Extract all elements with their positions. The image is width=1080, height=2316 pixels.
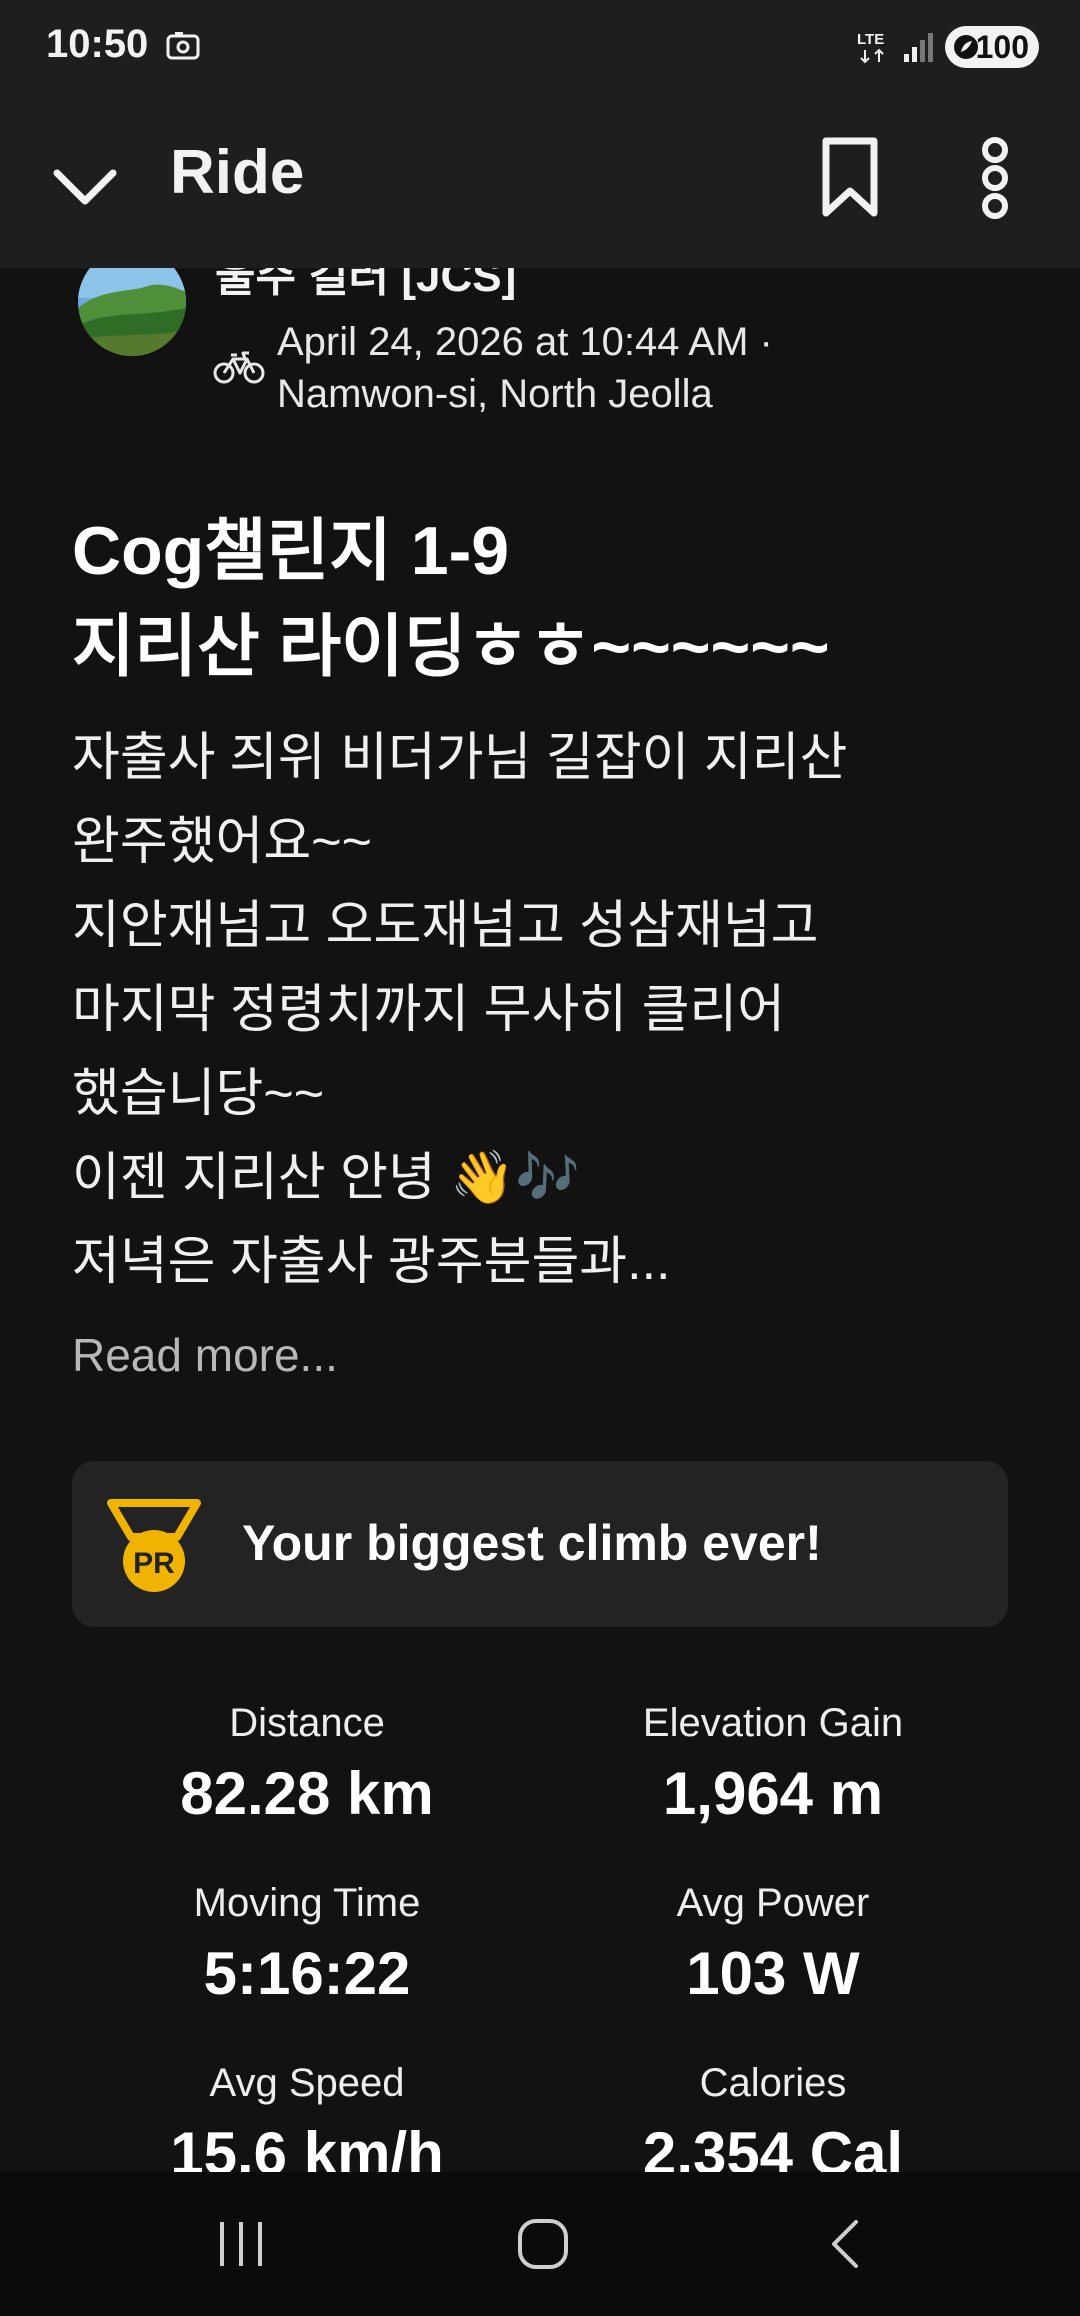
stat-value: 103 W <box>686 1940 860 2007</box>
pr-badge-text: PR <box>133 1547 175 1580</box>
stat-label: Calories <box>699 2061 847 2105</box>
svg-text:LTE: LTE <box>857 31 884 48</box>
stat-value: 5:16:22 <box>203 1940 411 2007</box>
status-bar: 10:50 LTE 100 <box>0 0 1080 95</box>
chevron-down-icon[interactable] <box>45 145 125 225</box>
lte-icon: LTE <box>857 31 884 64</box>
stat-distance: Distance 82.28 km <box>72 1695 542 1828</box>
signal-icon <box>904 33 933 62</box>
activity-location: Namwon-si, North Jeolla <box>277 372 713 416</box>
stat-label: Elevation Gain <box>642 1701 904 1745</box>
battery-indicator: 100 <box>945 26 1039 68</box>
athlete-name[interactable]: 울주 킬러 [JCS] <box>215 268 516 304</box>
bike-icon <box>213 351 265 384</box>
activity-datetime: April 24, 2026 at 10:44 AM · <box>277 320 773 364</box>
camera-icon <box>166 32 200 60</box>
stat-label: Distance <box>229 1701 385 1745</box>
read-more-link[interactable]: Read more... <box>72 1328 338 1382</box>
stat-elevation-gain: Elevation Gain 1,964 m <box>538 1695 1008 1828</box>
stat-moving-time: Moving Time 5:16:22 <box>72 1875 542 2008</box>
stat-value: 2,354 Cal <box>642 2120 904 2172</box>
activity-meta: April 24, 2026 at 10:44 AM · Namwon-si, … <box>277 316 773 420</box>
stat-label: Avg Speed <box>209 2061 405 2105</box>
bookmark-icon[interactable] <box>810 133 890 223</box>
stat-label: Moving Time <box>193 1881 421 1925</box>
stat-value: 82.28 km <box>180 1760 434 1827</box>
activity-title-line-1: Cog챌린지 1-9 <box>72 513 510 589</box>
activity-content[interactable]: 울주 킬러 [JCS] April 24, 2026 at 10:44 AM ·… <box>0 268 1080 2172</box>
pr-medal-icon: PR <box>107 1499 201 1592</box>
page-title: Ride <box>170 138 305 207</box>
system-nav-bar <box>0 2172 1080 2316</box>
stat-avg-power: Avg Power 103 W <box>538 1875 1008 2008</box>
status-time: 10:50 <box>46 22 149 66</box>
stat-value: 1,964 m <box>662 1760 884 1827</box>
activity-title-line-2: 지리산 라이딩ㅎㅎ~~~~~~ <box>72 609 830 685</box>
battery-icon <box>954 35 978 59</box>
more-vert-icon[interactable] <box>960 133 1030 223</box>
achievement-card[interactable]: PR Your biggest climb ever! <box>72 1461 1008 1627</box>
stat-label: Avg Power <box>676 1881 870 1925</box>
avatar[interactable] <box>78 268 186 356</box>
achievement-text: Your biggest climb ever! <box>242 1515 822 1571</box>
activity-description: 자출사 즤위 비더가님 길잡이 지리산 완주했어요~~ 지안재넘고 오도재넘고 … <box>72 729 848 1291</box>
recents-icon[interactable] <box>206 2214 276 2274</box>
stat-avg-speed: Avg Speed 15.6 km/h <box>72 2055 542 2172</box>
stat-value: 15.6 km/h <box>170 2120 444 2172</box>
back-nav-icon[interactable] <box>812 2214 882 2274</box>
app-bar: Ride <box>0 95 1080 268</box>
activity-title: Cog챌린지 1-9 지리산 라이딩ㅎㅎ~~~~~~ <box>72 503 1012 695</box>
battery-level: 100 <box>975 28 1029 65</box>
stat-calories: Calories 2,354 Cal <box>538 2055 1008 2172</box>
home-icon[interactable] <box>508 2214 578 2274</box>
